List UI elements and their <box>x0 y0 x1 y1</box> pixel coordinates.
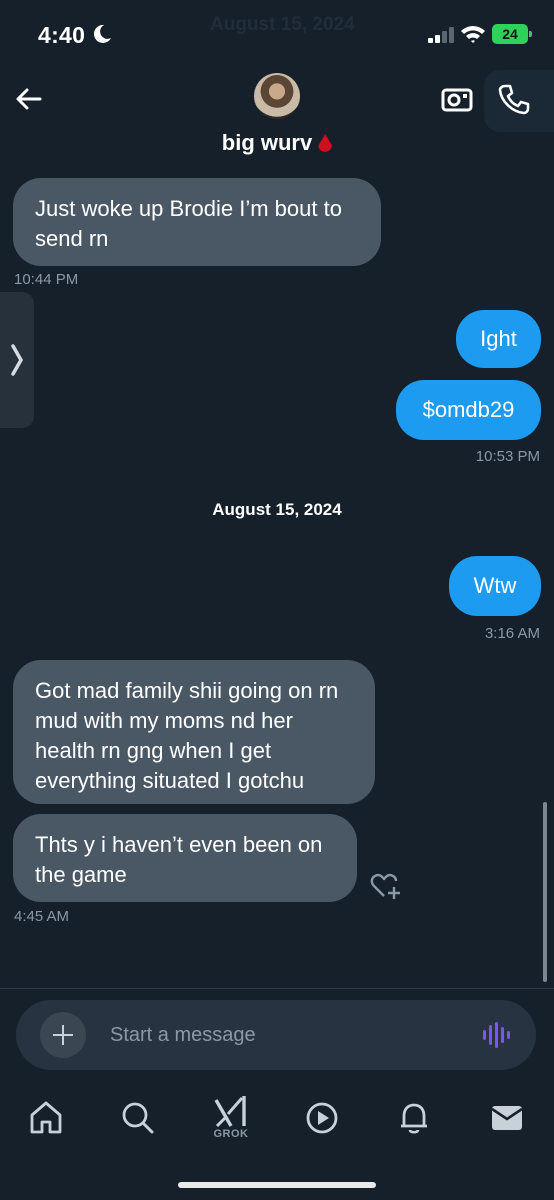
message-timestamp: 10:44 PM <box>14 271 79 288</box>
phone-icon[interactable] <box>497 82 531 116</box>
message-received[interactable]: Got mad family shii going on rn mud with… <box>13 660 375 804</box>
page-title[interactable]: big wurv <box>0 130 554 156</box>
message-sent[interactable]: $omdb29 <box>396 380 541 440</box>
bottom-tab-bar: GROK <box>0 1090 554 1160</box>
message-input[interactable] <box>110 1020 450 1050</box>
message-timestamp: 10:53 PM <box>475 448 540 465</box>
date-separator: August 15, 2024 <box>212 500 342 519</box>
moon-icon <box>93 24 111 43</box>
grok-icon <box>214 1096 246 1128</box>
contact-name: big wurv <box>221 130 313 155</box>
status-time: 4:40 <box>38 22 86 48</box>
message-timestamp: 4:45 AM <box>14 908 70 925</box>
scrollbar[interactable] <box>543 802 547 982</box>
chevron-right-icon <box>11 344 24 376</box>
voice-wave-icon[interactable] <box>480 1018 514 1052</box>
plus-icon[interactable] <box>40 1012 86 1058</box>
back-arrow-icon[interactable] <box>14 84 44 114</box>
message-received[interactable]: Thts y i haven’t even been on the game <box>13 814 357 902</box>
conversation-header: big wurv <box>0 70 554 170</box>
message-received[interactable]: Just woke up Brodie I’m bout to send rn <box>13 178 381 266</box>
message-sent[interactable]: Wtw <box>449 556 541 616</box>
home-indicator <box>178 1182 376 1188</box>
side-drawer-tab[interactable] <box>0 292 34 428</box>
ghost-date: August 15, 2024 <box>210 14 355 35</box>
search-icon[interactable] <box>118 1098 158 1138</box>
battery-indicator: 24 <box>492 24 532 44</box>
grok-label: GROK <box>213 1128 249 1140</box>
divider <box>0 988 554 989</box>
signal-icon <box>428 27 454 43</box>
blood-drop-icon <box>318 134 333 152</box>
avatar[interactable] <box>254 73 300 119</box>
mail-icon[interactable] <box>487 1098 527 1138</box>
wifi-icon <box>461 26 485 43</box>
message-composer <box>16 1000 536 1070</box>
message-sent[interactable]: Ight <box>456 310 541 368</box>
home-icon[interactable] <box>26 1098 66 1138</box>
video-call-icon[interactable] <box>440 84 474 114</box>
status-bar: 4:40 August 15, 2024 24 <box>0 0 554 70</box>
heart-plus-icon[interactable] <box>370 872 402 900</box>
message-timestamp: 3:16 AM <box>484 625 540 642</box>
bell-icon[interactable] <box>394 1098 434 1138</box>
play-icon[interactable] <box>302 1098 342 1138</box>
